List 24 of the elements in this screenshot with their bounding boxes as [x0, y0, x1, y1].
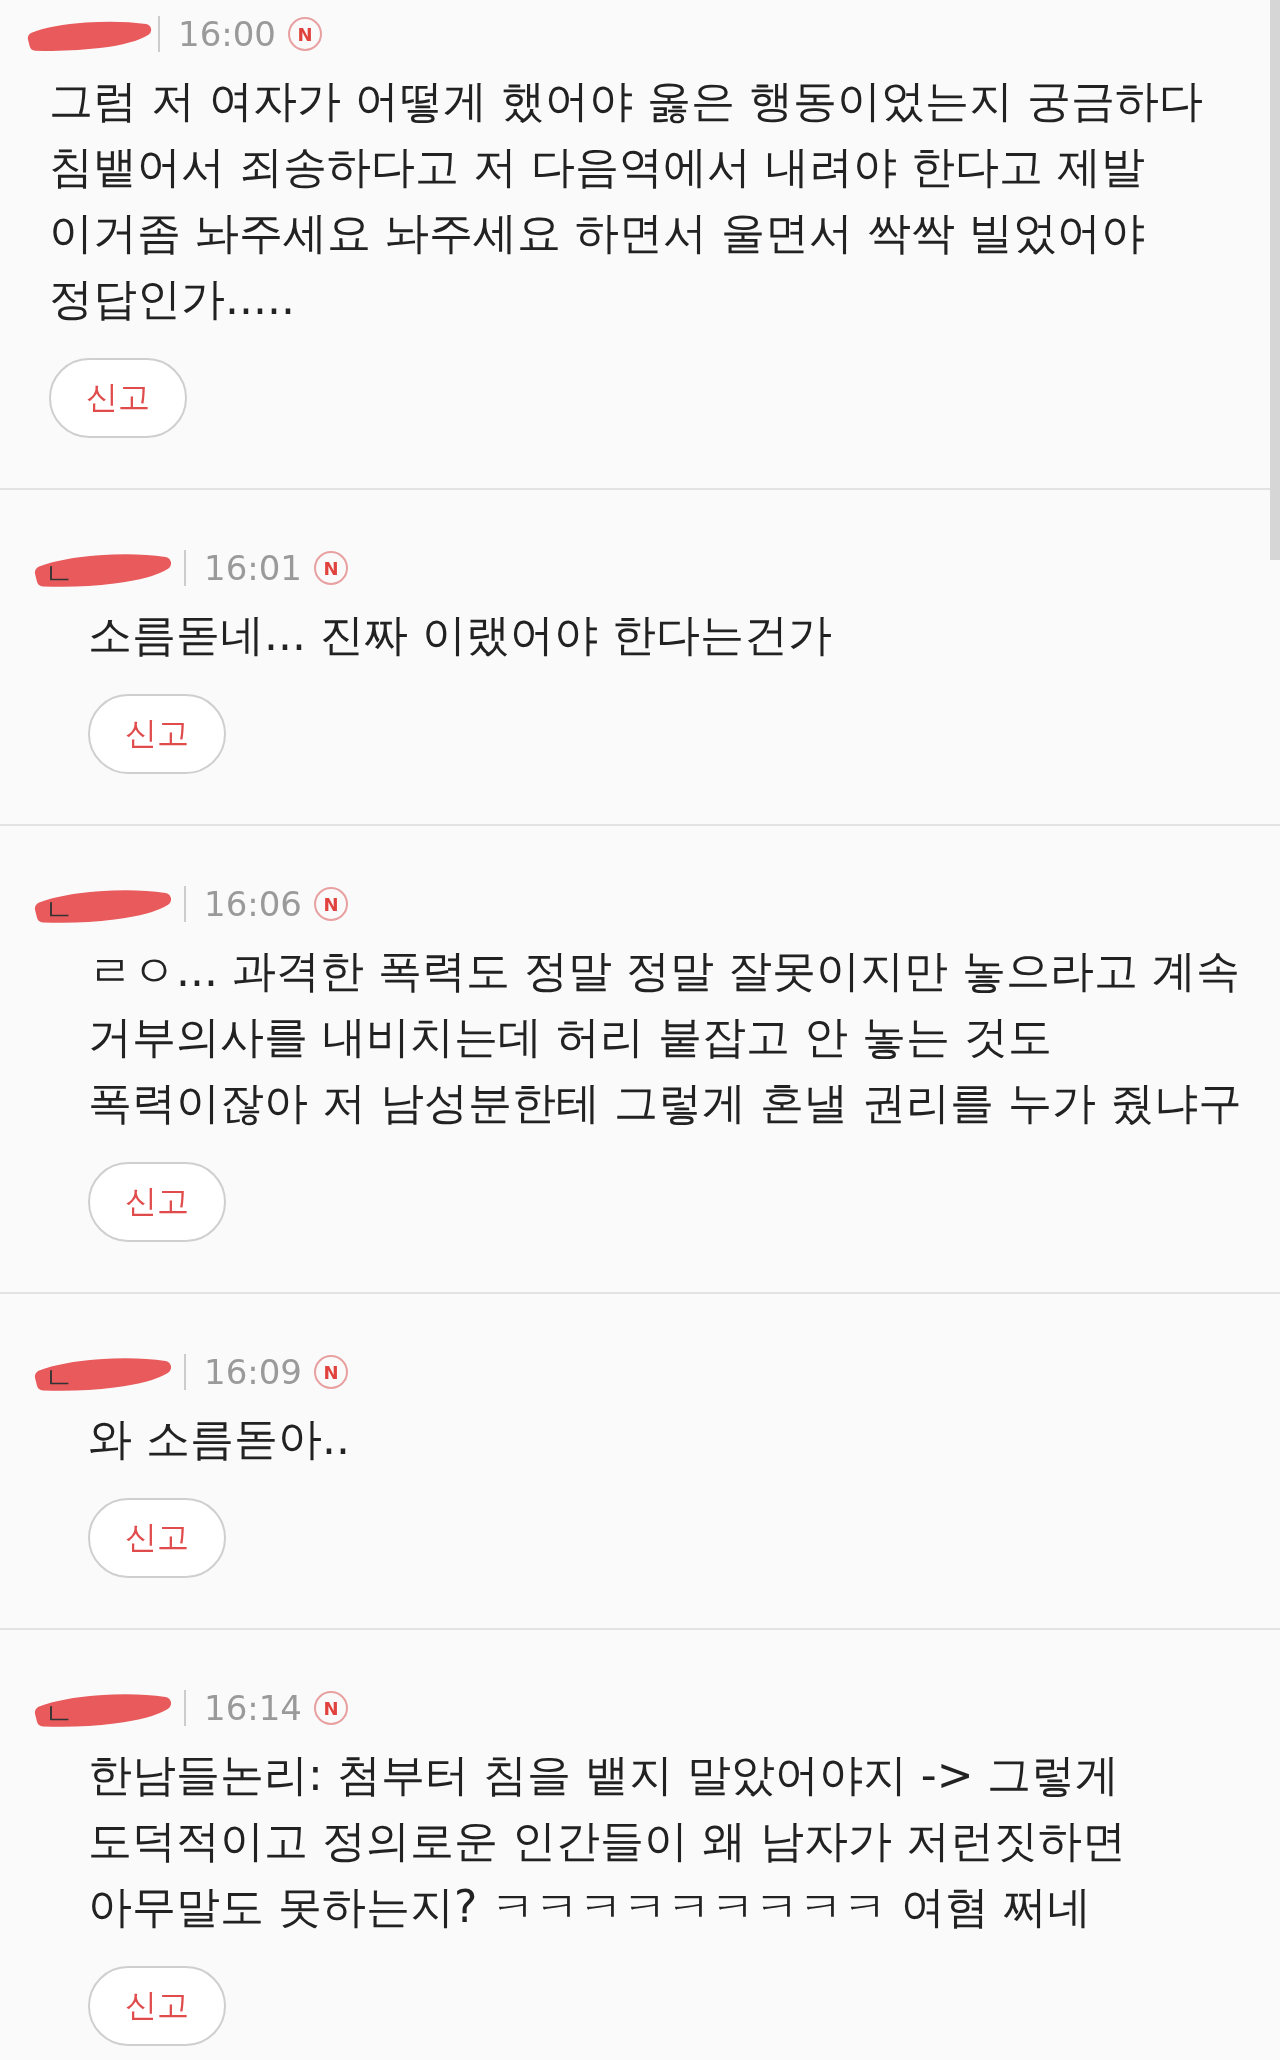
reply-mark: ㄴ — [44, 891, 74, 929]
reply-mark: ㄴ — [44, 1359, 74, 1397]
comment-time: 16:06 — [184, 886, 302, 922]
reply-mark: ㄴ — [44, 555, 74, 593]
report-button[interactable]: 신고 — [88, 1498, 226, 1578]
comment-time: 16:01 — [184, 550, 302, 586]
new-badge: N — [314, 1355, 348, 1389]
report-button[interactable]: 신고 — [88, 1162, 226, 1242]
reply-mark: ㄴ — [44, 1695, 74, 1733]
report-button[interactable]: 신고 — [88, 1966, 226, 2046]
comment-text: 그럼 저 여자가 어떻게 했어야 옳은 행동이었는지 궁금하다 침뱉어서 죄송하다고 저 다음역에서 내려야 한다고 제발 이거좀 놔주세요 놔주세요 하면서 울면서 싹싹 빌었어야 정답인가..... — [49, 74, 1204, 326]
comment-text: 한남들논리: 첨부터 침을 뱉지 말았어야지 -> 그렇게 도덕적이고 정의로운 인간들이 왜 남자가 저런짓하면 아무말도 못하는지? ㅋㅋㅋㅋㅋㅋㅋㅋㅋ 여혐 쩌네 — [88, 1748, 1127, 1934]
comment-time: 16:00 — [158, 16, 276, 52]
new-badge: N — [314, 551, 348, 585]
report-button[interactable]: 신고 — [49, 358, 187, 438]
comment-text: 와 소름돋아.. — [88, 1412, 351, 1466]
comment-time: 16:14 — [184, 1690, 302, 1726]
comment-text: ㄹㅇ... 과격한 폭력도 정말 정말 잘못이지만 놓으라고 계속 거부의사를 내비치는데 허리 붙잡고 안 놓는 것도 폭력이잖아 저 남성분한테 그렇게 혼낼 권리를 누가 줬냐구 — [88, 944, 1243, 1130]
comment-time: 16:09 — [184, 1354, 302, 1390]
report-button[interactable]: 신고 — [88, 694, 226, 774]
comment-text: 소름돋네... 진짜 이랬어야 한다는건가 — [88, 608, 833, 662]
new-badge: N — [288, 17, 322, 51]
new-badge: N — [314, 887, 348, 921]
new-badge: N — [314, 1691, 348, 1725]
